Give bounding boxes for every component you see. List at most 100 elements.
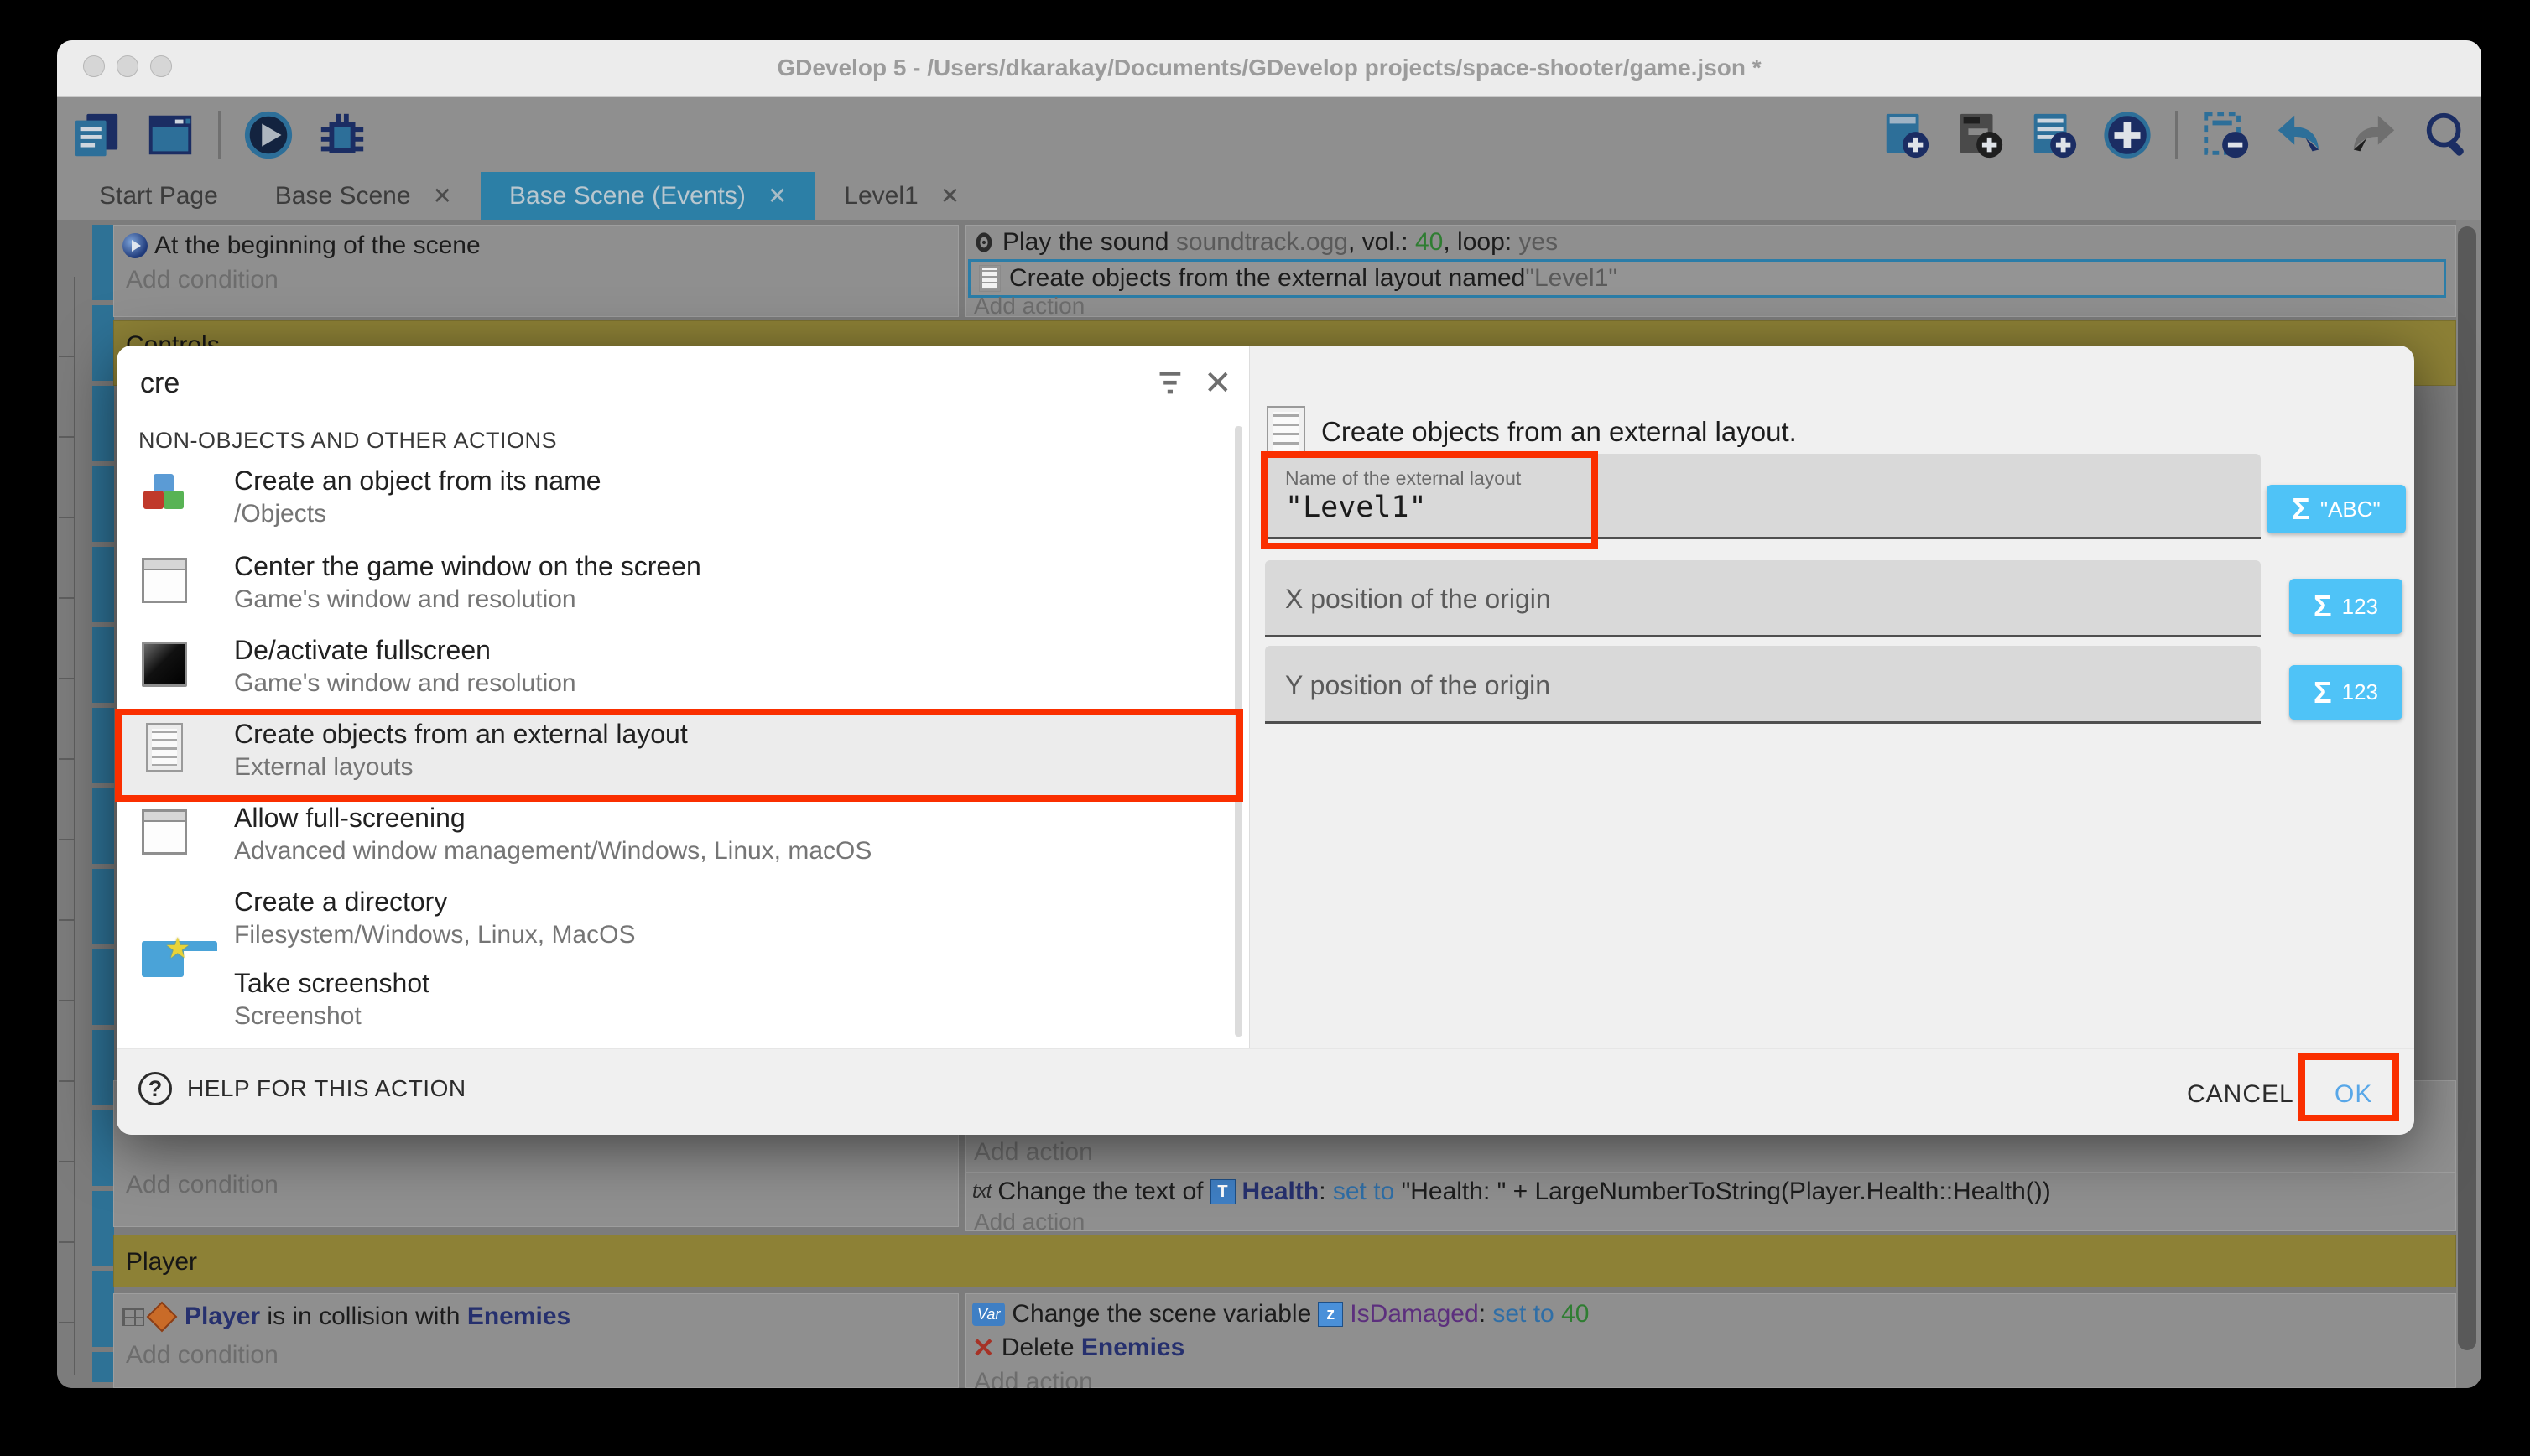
num-label: 123 — [2342, 594, 2378, 620]
object-name: Enemies — [467, 1303, 570, 1330]
action-item-title[interactable]: Center the game window on the screen — [234, 551, 701, 582]
add-circle-icon[interactable] — [2101, 109, 2153, 161]
ok-button[interactable]: OK — [2321, 1074, 2386, 1115]
add-action-button[interactable]: Add action — [974, 1368, 1093, 1388]
add-action-button[interactable]: Add action — [974, 293, 1085, 320]
action-item-subtitle[interactable]: Game's window and resolution — [234, 585, 576, 614]
loop-value: yes — [1518, 228, 1558, 256]
toolbar-right-group — [1880, 97, 2473, 172]
tab-close-icon[interactable]: ✕ — [768, 182, 787, 210]
action-item-subtitle[interactable]: /Objects — [234, 500, 326, 528]
action-item-subtitle[interactable]: Game's window and resolution — [234, 669, 576, 698]
preview-play-icon[interactable] — [242, 109, 294, 161]
action-item-title[interactable]: Create a directory — [234, 887, 447, 918]
event-tree-ticks — [59, 277, 74, 1375]
condition-row-collision[interactable]: Player is in collision with Enemies — [122, 1303, 570, 1331]
action-item-title[interactable]: Take screenshot — [234, 968, 429, 999]
variable-name: IsDamaged — [1350, 1300, 1478, 1328]
add-condition-button[interactable]: Add condition — [126, 266, 279, 294]
add-action-button[interactable]: Add action — [974, 1138, 1093, 1167]
tab-level1[interactable]: Level1✕ — [815, 172, 988, 220]
project-manager-icon[interactable] — [70, 109, 122, 161]
scene-editor-icon[interactable] — [144, 109, 196, 161]
debug-icon[interactable] — [316, 109, 368, 161]
tab-label: Start Page — [99, 182, 218, 211]
sigma-icon: Σ — [2314, 675, 2332, 710]
help-icon: ? — [138, 1072, 172, 1105]
field-value[interactable]: "Level1" — [1285, 491, 1427, 524]
action-item-subtitle[interactable]: Screenshot — [234, 1002, 362, 1031]
x-position-field[interactable]: X position of the origin — [1265, 560, 2261, 637]
sigma-icon: Σ — [2292, 491, 2310, 527]
action-text: : — [1479, 1300, 1493, 1328]
window-title: GDevelop 5 - /Users/dkarakay/Documents/G… — [57, 55, 2481, 81]
object-icon — [122, 1308, 144, 1326]
event-group-player[interactable]: Player — [113, 1235, 2456, 1287]
action-item-title-selected[interactable]: Create objects from an external layout — [234, 719, 688, 750]
add-event-icon[interactable] — [1880, 109, 1932, 161]
action-item-title[interactable]: Create an object from its name — [234, 465, 601, 497]
clear-search-icon[interactable]: ✕ — [1204, 364, 1232, 403]
add-comment-icon[interactable] — [2028, 109, 2080, 161]
remove-event-icon[interactable] — [2199, 109, 2251, 161]
number-expression-button[interactable]: Σ 123 — [2289, 665, 2402, 720]
condition-row[interactable]: At the beginning of the scene — [122, 231, 481, 261]
undo-icon[interactable] — [2273, 109, 2325, 161]
filter-icon[interactable] — [1157, 369, 1189, 398]
event-condition-cell[interactable]: At the beginning of the scene Add condit… — [113, 225, 959, 317]
event-action-cell[interactable]: txt Change the text of T Health: set to … — [965, 1173, 2456, 1231]
create-object-icon — [142, 472, 187, 517]
string-expression-button[interactable]: Σ "ABC" — [2267, 485, 2406, 533]
add-condition-button[interactable]: Add condition — [126, 1341, 279, 1370]
event-action-cell[interactable]: Var Change the scene variable z IsDamage… — [965, 1293, 2456, 1388]
tab-base-scene[interactable]: Base Scene✕ — [247, 172, 481, 220]
tab-start-page[interactable]: Start Page — [70, 172, 247, 220]
action-item-subtitle[interactable]: External layouts — [234, 753, 413, 782]
add-condition-button[interactable]: Add condition — [126, 1171, 279, 1199]
sound-file: soundtrack.ogg — [1176, 228, 1348, 256]
action-title: Create objects from an external layout. — [1321, 416, 1797, 448]
tab-close-icon[interactable]: ✕ — [940, 182, 960, 210]
action-item-subtitle[interactable]: Advanced window management/Windows, Linu… — [234, 837, 872, 866]
toolbar-left-group — [70, 97, 368, 172]
event-condition-cell[interactable]: Player is in collision with Enemies Add … — [113, 1293, 959, 1388]
list-scrollbar[interactable] — [1235, 426, 1242, 1037]
add-action-button[interactable]: Add action — [974, 1209, 1085, 1235]
cancel-button[interactable]: CANCEL — [2173, 1074, 2308, 1115]
selected-action-create-objects[interactable]: Create objects from the external layout … — [968, 259, 2446, 298]
search-icon[interactable] — [2421, 109, 2473, 161]
action-row-play-sound[interactable]: Play the sound soundtrack.ogg, vol.: 40,… — [972, 227, 1558, 257]
field-label: Name of the external layout — [1285, 467, 1521, 490]
event-tree-line — [74, 277, 75, 1375]
text-action-icon: txt — [972, 1180, 991, 1204]
folder-icon: ★ — [142, 937, 187, 982]
tab-close-icon[interactable]: ✕ — [433, 182, 452, 210]
action-row-change-text[interactable]: txt Change the text of T Health: set to … — [972, 1178, 2051, 1205]
y-position-field[interactable]: Y position of the origin — [1265, 646, 2261, 724]
event-action-cell[interactable]: Play the sound soundtrack.ogg, vol.: 40,… — [965, 225, 2456, 317]
action-row-delete[interactable]: ✕ Delete Enemies — [972, 1334, 1184, 1361]
add-subevent-icon[interactable] — [1954, 109, 2006, 161]
action-item-title[interactable]: De/activate fullscreen — [234, 635, 491, 666]
field-placeholder: Y position of the origin — [1285, 670, 1550, 701]
number-expression-button[interactable]: Σ 123 — [2289, 579, 2402, 634]
begin-scene-icon — [122, 233, 148, 258]
layout-name-value: "Level1" — [1525, 264, 1617, 293]
help-button[interactable]: ? HELP FOR THIS ACTION — [138, 1072, 466, 1105]
search-input[interactable] — [138, 361, 1106, 406]
redo-icon[interactable] — [2347, 109, 2399, 161]
event-drag-handles[interactable] — [92, 225, 114, 1382]
field-placeholder: X position of the origin — [1285, 584, 1551, 615]
action-text: , loop: — [1443, 228, 1518, 256]
section-header: NON-OBJECTS AND OTHER ACTIONS — [138, 428, 557, 454]
abc-label: "ABC" — [2320, 497, 2381, 523]
condition-text: is in collision with — [260, 1303, 467, 1330]
action-item-title[interactable]: Allow full-screening — [234, 803, 466, 834]
tab-base-scene-events[interactable]: Base Scene (Events)✕ — [481, 172, 815, 220]
scrollbar-thumb[interactable] — [2458, 226, 2476, 1350]
action-text: Create objects from the external layout … — [1009, 264, 1525, 293]
action-item-subtitle[interactable]: Filesystem/Windows, Linux, MacOS — [234, 921, 635, 949]
choose-action-dialog: ✕ NON-OBJECTS AND OTHER ACTIONS Create a… — [117, 346, 2414, 1135]
action-row-change-variable[interactable]: Var Change the scene variable z IsDamage… — [972, 1301, 1589, 1328]
name-of-external-layout-field[interactable]: Name of the external layout "Level1" — [1265, 454, 2261, 539]
